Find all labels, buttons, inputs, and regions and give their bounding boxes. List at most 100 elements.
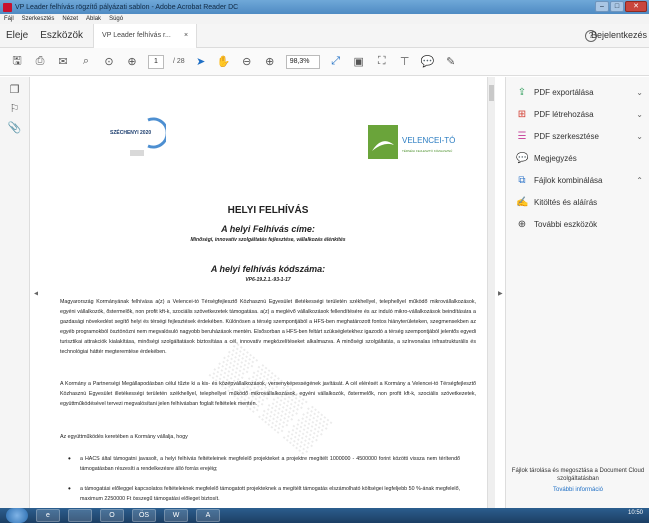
szechenyi-logo: SZÉCHENYI 2020 bbox=[110, 117, 166, 156]
more-info-link[interactable]: További információ bbox=[506, 486, 649, 494]
menu-edit[interactable]: Szerkesztés bbox=[22, 16, 55, 22]
hand-tool-icon[interactable]: ✋ bbox=[217, 55, 231, 68]
document-subtitle: A helyi Felhívás címe: bbox=[221, 224, 315, 234]
paragraph-1: Magyarország Kormányának felhívása a(z) … bbox=[60, 299, 476, 355]
taskbar-app-word[interactable]: W bbox=[164, 509, 188, 522]
paragraph-2: A Kormány a Partnerségi Megállapodásban … bbox=[60, 381, 476, 407]
tab-document[interactable]: VP Leader felhívás r... × bbox=[93, 23, 198, 48]
more-tools-icon: ⊕ bbox=[517, 218, 527, 230]
zoom-in-icon[interactable]: ⊕ bbox=[263, 55, 277, 68]
collapse-right-panel-icon[interactable]: ▶ bbox=[498, 290, 503, 297]
maximize-button[interactable]: □ bbox=[610, 1, 624, 12]
bullet-item-1: a HACS által támogatni javasolt, a helyi… bbox=[68, 454, 460, 474]
menu-file[interactable]: Fájl bbox=[4, 16, 14, 22]
search-icon[interactable]: ⌕ bbox=[79, 55, 93, 68]
logo-right-subtext: TÉRSÉGI FEJLESZTŐ KÖZHASZNÚ bbox=[402, 148, 452, 153]
window-titlebar: VP Leader felhívás rögzítő pályázati sab… bbox=[0, 0, 649, 14]
pdf-create-icon: ⊞ bbox=[517, 108, 527, 120]
tool-label: PDF szerkesztése bbox=[534, 131, 599, 141]
print-icon[interactable]: ⎙ bbox=[33, 55, 47, 68]
menu-bar: Fájl Szerkesztés Nézet Ablak Súgó bbox=[0, 14, 649, 24]
chevron-down-icon[interactable]: ⌄ bbox=[636, 132, 643, 141]
page-up-icon[interactable]: ⊙ bbox=[102, 55, 116, 68]
tool-fill-sign[interactable]: ✍ Kitöltés és aláírás bbox=[506, 191, 649, 213]
close-window-button[interactable]: ✕ bbox=[625, 1, 647, 12]
start-button[interactable] bbox=[6, 508, 28, 523]
pages-thumbnail-icon[interactable]: ❐ bbox=[0, 83, 29, 96]
taskbar-app-ie[interactable]: e bbox=[36, 509, 60, 522]
tool-label: Fájlok kombinálása bbox=[534, 175, 603, 185]
document-cloud-promo: Fájlok tárolása és megosztása a Document… bbox=[506, 467, 649, 494]
zoom-level-select[interactable]: 98,3% bbox=[285, 54, 320, 69]
combine-icon: ⧉ bbox=[518, 174, 526, 186]
document-code: VP6-19.2.1.-93-1-17 bbox=[245, 277, 291, 283]
minimize-button[interactable]: – bbox=[595, 1, 609, 12]
read-mode-icon[interactable]: ⊤ bbox=[398, 55, 412, 68]
window-title: VP Leader felhívás rögzítő pályázati sab… bbox=[15, 3, 239, 11]
acrobat-app-icon bbox=[3, 2, 12, 12]
tool-more-tools[interactable]: ⊕ További eszközök bbox=[506, 213, 649, 235]
pdf-export-icon: ⇪ bbox=[517, 86, 527, 98]
scroll-mode-icon[interactable]: ▣ bbox=[352, 55, 366, 68]
tool-label: Kitöltés és aláírás bbox=[534, 197, 598, 207]
tool-label: Megjegyzés bbox=[534, 153, 577, 163]
select-tool-icon[interactable]: ➤ bbox=[194, 55, 208, 68]
windows-taskbar: e O ÖS W A 10:50 bbox=[0, 508, 649, 523]
tool-combine-files[interactable]: ⧉ Fájlok kombinálása ⌃ bbox=[506, 169, 649, 191]
fit-page-icon[interactable]: ⤢ bbox=[329, 55, 343, 68]
chevron-up-icon[interactable]: ⌃ bbox=[636, 176, 643, 185]
tool-export-pdf[interactable]: ⇪ PDF exportálása ⌄ bbox=[506, 81, 649, 103]
vertical-scrollbar[interactable] bbox=[487, 77, 495, 508]
zoom-out-icon[interactable]: ⊖ bbox=[240, 55, 254, 68]
taskbar-app-explorer[interactable] bbox=[68, 509, 92, 522]
chevron-down-icon[interactable]: ⌄ bbox=[636, 88, 643, 97]
taskbar-app-opera[interactable]: O bbox=[100, 509, 124, 522]
attachment-icon[interactable]: 📎 bbox=[0, 121, 29, 134]
save-icon[interactable]: 🖫 bbox=[10, 52, 24, 71]
chevron-down-icon[interactable]: ⌄ bbox=[636, 110, 643, 119]
email-icon[interactable]: ✉ bbox=[56, 55, 70, 68]
full-screen-icon[interactable]: ⛶ bbox=[375, 55, 389, 68]
tool-label: PDF exportálása bbox=[534, 87, 594, 97]
left-navigation-rail: ❐ ⚐ 📎 bbox=[0, 77, 30, 508]
menu-view[interactable]: Nézet bbox=[62, 16, 78, 22]
sign-icon: ✍ bbox=[516, 196, 529, 208]
menu-window[interactable]: Ablak bbox=[86, 16, 101, 22]
system-clock: 10:50 bbox=[627, 510, 643, 516]
pdf-edit-icon: ☰ bbox=[517, 130, 527, 142]
window-controls: – □ ✕ bbox=[595, 1, 647, 12]
tool-label: PDF létrehozása bbox=[534, 109, 594, 119]
tool-edit-pdf[interactable]: ☰ PDF szerkesztése ⌄ bbox=[506, 125, 649, 147]
document-code-title: A helyi felhívás kódszáma: bbox=[210, 264, 326, 274]
logo-left-text: SZÉCHENYI 2020 bbox=[110, 128, 151, 136]
velencei-to-logo: VELENCEI-TÓ TÉRSÉGI FEJLESZTŐ KÖZHASZNÚ bbox=[368, 125, 455, 159]
tab-home[interactable]: Eleje bbox=[0, 30, 34, 41]
tool-comment[interactable]: 💬 Megjegyzés bbox=[506, 147, 649, 169]
taskbar-app-acrobat[interactable]: A bbox=[196, 509, 220, 522]
bullet-item-2: a támogatási előleggel kapcsolatos felté… bbox=[68, 484, 460, 504]
document-tab-label: VP Leader felhívás r... bbox=[102, 32, 171, 39]
tab-tools[interactable]: Eszközök bbox=[34, 30, 89, 41]
page-down-icon[interactable]: ⊕ bbox=[125, 55, 139, 68]
promo-text: Fájlok tárolása és megosztása a Document… bbox=[511, 468, 645, 482]
page-total: / 28 bbox=[173, 58, 185, 65]
document-viewport[interactable]: SZÉCHENYI 2020 VELENCEI-TÓ TÉRSÉGI FEJLE… bbox=[38, 77, 483, 508]
tool-create-pdf[interactable]: ⊞ PDF létrehozása ⌄ bbox=[506, 103, 649, 125]
document-subtitle-detail: Minőségi, innovatív szolgáltatás fejlesz… bbox=[190, 237, 346, 243]
close-tab-icon[interactable]: × bbox=[184, 32, 188, 39]
highlight-tool-icon[interactable]: ✎ bbox=[444, 55, 458, 68]
login-button[interactable]: Bejelentkezés bbox=[591, 30, 647, 40]
menu-help[interactable]: Súgó bbox=[109, 16, 123, 22]
page-number-input[interactable]: 1 bbox=[148, 54, 164, 69]
document-title: HELYI FELHÍVÁS bbox=[227, 205, 309, 216]
comment-tool-icon[interactable]: 💬 bbox=[421, 55, 435, 68]
logo-right-text: VELENCEI-TÓ bbox=[402, 136, 455, 145]
tab-bar: Eleje Eszközök VP Leader felhívás r... ×… bbox=[0, 23, 649, 48]
main-toolbar: 🖫 ⎙ ✉ ⌕ ⊙ ⊕ 1 / 28 ➤ ✋ ⊖ ⊕ 98,3% ⤢ ▣ ⛶ ⊤… bbox=[0, 48, 649, 76]
scrollbar-thumb[interactable] bbox=[489, 85, 494, 101]
right-tools-panel: ⇪ PDF exportálása ⌄ ⊞ PDF létrehozása ⌄ … bbox=[505, 77, 649, 508]
paragraph-3: Az együttműködés keretében a Kormány vál… bbox=[60, 434, 188, 440]
bookmark-icon[interactable]: ⚐ bbox=[0, 102, 29, 115]
taskbar-app-os[interactable]: ÖS bbox=[132, 509, 156, 522]
comment-icon: 💬 bbox=[516, 152, 529, 164]
